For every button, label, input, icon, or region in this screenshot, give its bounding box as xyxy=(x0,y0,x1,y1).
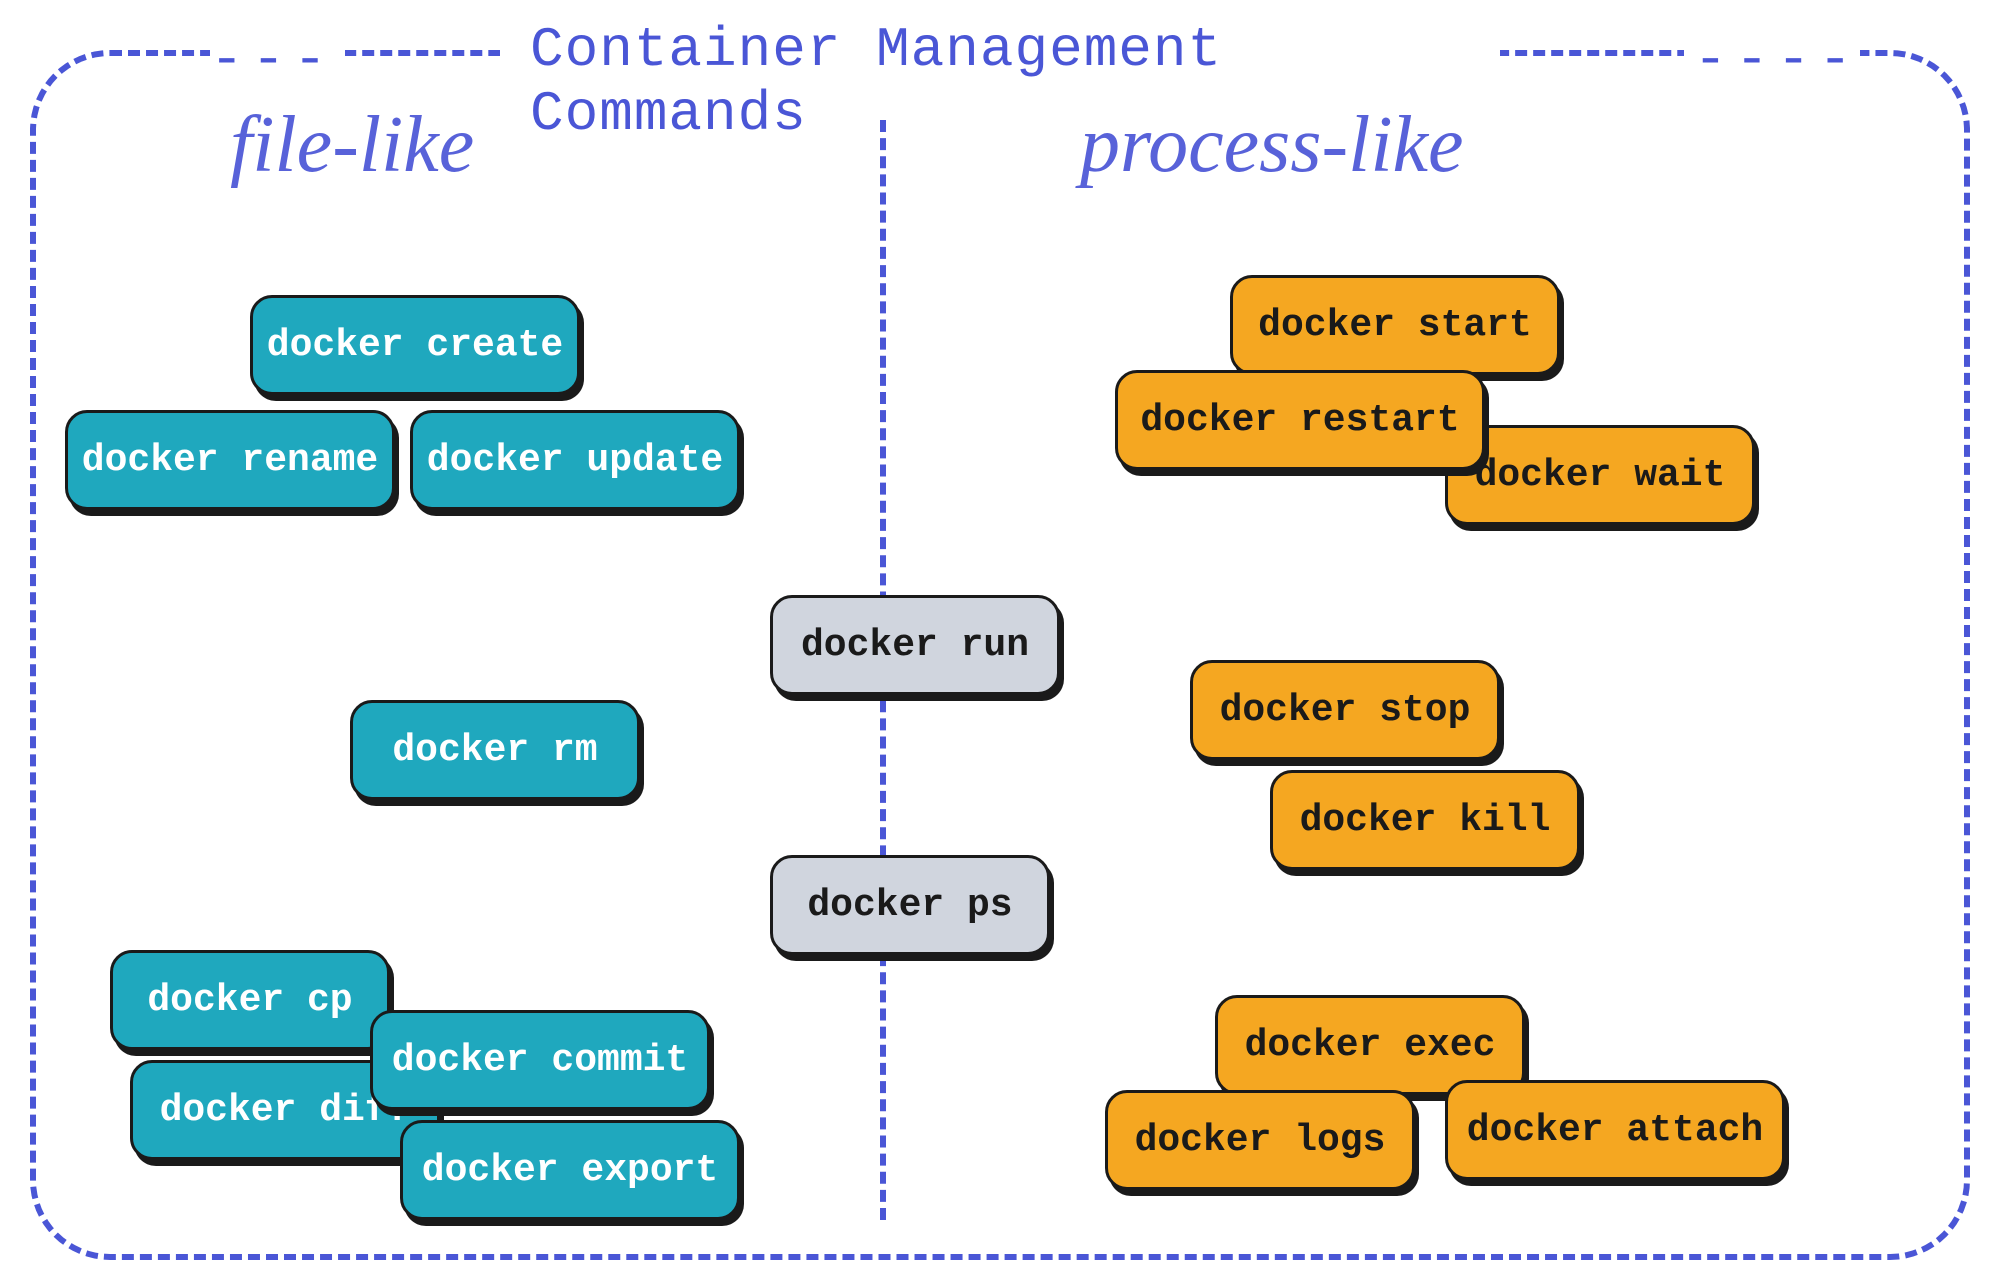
section-process-like-title: process-like xyxy=(1080,100,1464,191)
cmd-docker-run: docker run xyxy=(770,595,1060,695)
cmd-docker-wait: docker wait xyxy=(1445,425,1755,525)
cmd-docker-rm: docker rm xyxy=(350,700,640,800)
cmd-docker-update: docker update xyxy=(410,410,740,510)
cmd-docker-create: docker create xyxy=(250,295,580,395)
cmd-docker-logs: docker logs xyxy=(1105,1090,1415,1190)
section-file-like-title: file-like xyxy=(230,100,474,191)
cmd-docker-rename: docker rename xyxy=(65,410,395,510)
title-dash-right: ---- xyxy=(1684,28,1860,92)
cmd-docker-cp: docker cp xyxy=(110,950,390,1050)
cmd-docker-commit: docker commit xyxy=(370,1010,710,1110)
cmd-docker-export: docker export xyxy=(400,1120,740,1220)
cmd-docker-restart: docker restart xyxy=(1115,370,1485,470)
cmd-docker-stop: docker stop xyxy=(1190,660,1500,760)
title-dash-left: --- xyxy=(210,28,345,92)
cmd-docker-ps: docker ps xyxy=(770,855,1050,955)
cmd-docker-attach: docker attach xyxy=(1445,1080,1785,1180)
cmd-docker-start: docker start xyxy=(1230,275,1560,375)
cmd-docker-kill: docker kill xyxy=(1270,770,1580,870)
